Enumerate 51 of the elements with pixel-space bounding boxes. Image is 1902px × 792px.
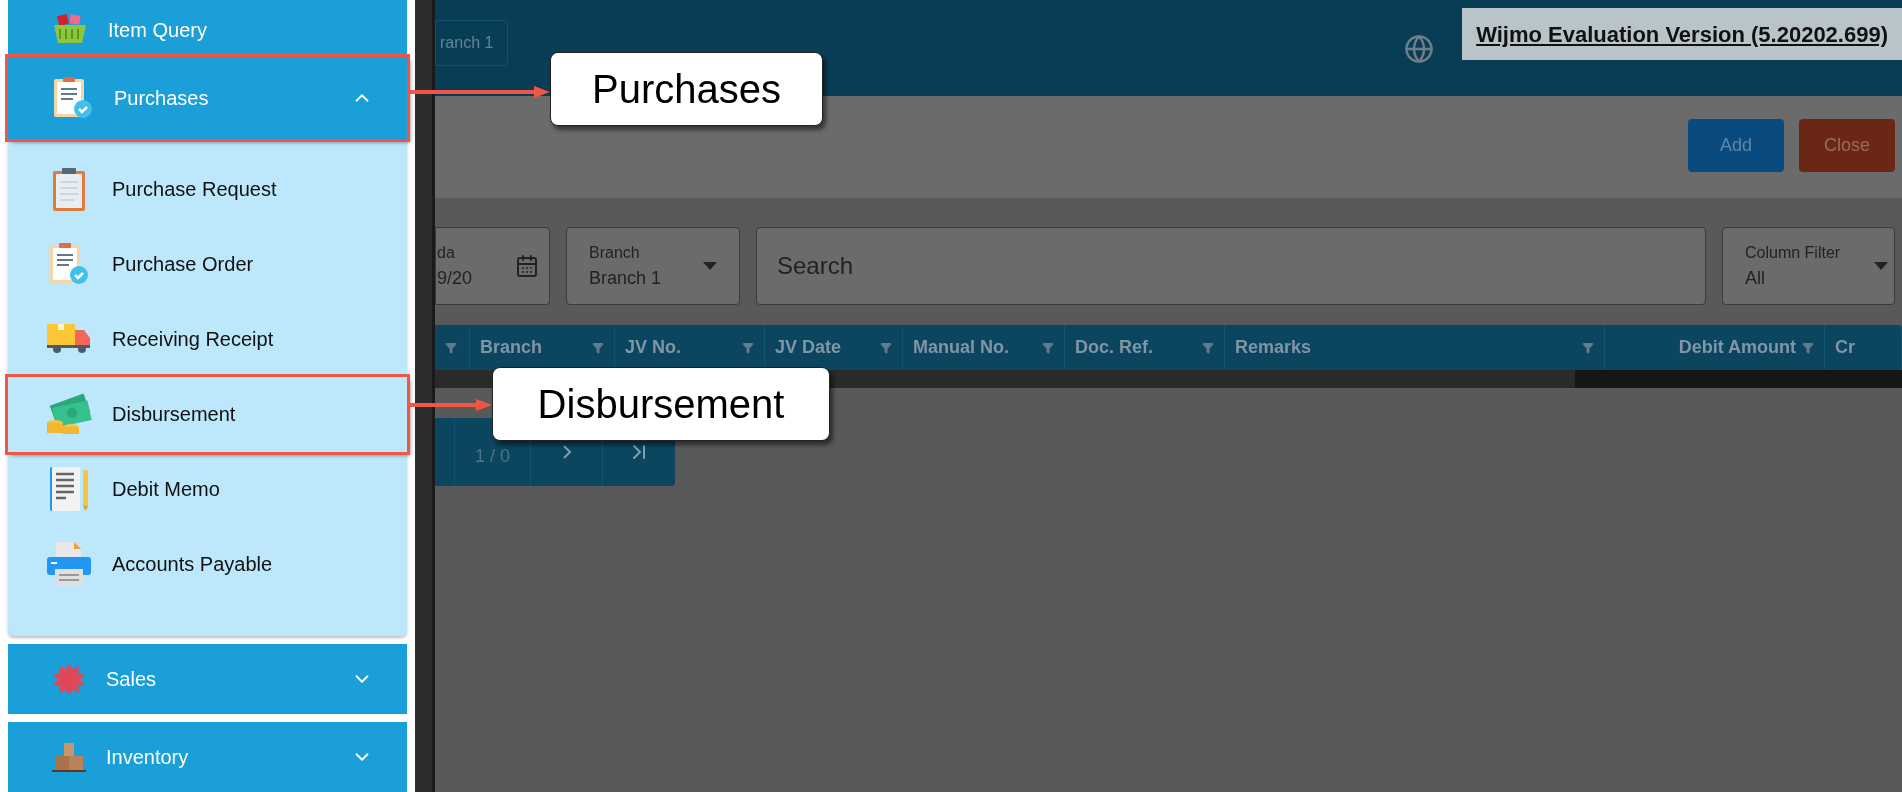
filter-icon[interactable] bbox=[1202, 341, 1214, 354]
submenu-item[interactable]: Purchase Order bbox=[8, 226, 407, 302]
date-field[interactable]: da 9/20 bbox=[435, 227, 550, 305]
submenu-item[interactable]: Purchase Request bbox=[8, 151, 407, 227]
sidebar-item[interactable]: Inventory bbox=[8, 721, 407, 792]
column-header[interactable]: Cr bbox=[1835, 334, 1855, 361]
sidebar-item[interactable]: Item Query bbox=[8, 0, 407, 57]
column-header[interactable]: JV No. bbox=[625, 334, 681, 361]
filter-icon[interactable] bbox=[445, 341, 457, 354]
printer-icon bbox=[46, 541, 92, 588]
column-header[interactable]: Manual No. bbox=[913, 334, 1009, 361]
filter-icon[interactable] bbox=[1802, 341, 1814, 354]
column-header[interactable]: JV Date bbox=[775, 334, 842, 361]
column-header[interactable]: Doc. Ref. bbox=[1075, 334, 1153, 361]
vertical-scrollbar[interactable] bbox=[415, 0, 435, 792]
add-button[interactable]: Add bbox=[1688, 119, 1784, 172]
clipboard-check-icon bbox=[52, 75, 94, 120]
starburst-icon bbox=[52, 661, 86, 696]
clipboard-icon bbox=[52, 166, 86, 213]
column-header[interactable]: Branch bbox=[480, 334, 542, 361]
filter-icon[interactable] bbox=[592, 341, 604, 354]
callout-tooltip: Purchases bbox=[550, 52, 823, 126]
basket-icon bbox=[52, 12, 88, 45]
sidebar-item[interactable]: Sales bbox=[8, 643, 407, 714]
close-button[interactable]: Close bbox=[1799, 119, 1895, 172]
callout-tooltip: Disbursement bbox=[492, 367, 830, 441]
submenu-item[interactable]: Disbursement bbox=[8, 376, 407, 452]
filter-icon[interactable] bbox=[1582, 341, 1594, 354]
chevron-right-icon bbox=[562, 445, 571, 459]
submenu-item[interactable]: Receiving Receipt bbox=[8, 301, 407, 377]
branch-dropdown[interactable]: Branch Branch 1 bbox=[566, 227, 740, 305]
truck-icon bbox=[46, 323, 92, 356]
column-header[interactable]: Debit Amount bbox=[1678, 334, 1796, 361]
filter-icon[interactable] bbox=[1042, 341, 1054, 354]
search-field[interactable]: Search bbox=[756, 227, 1706, 305]
filter-icon[interactable] bbox=[880, 341, 892, 354]
dropdown-caret-icon bbox=[703, 262, 717, 270]
filter-icon[interactable] bbox=[742, 341, 754, 354]
submenu-item[interactable]: Accounts Payable bbox=[8, 526, 407, 602]
column-header[interactable]: Remarks bbox=[1235, 334, 1312, 361]
boxes-icon bbox=[52, 741, 86, 772]
calendar-icon[interactable] bbox=[515, 254, 539, 278]
branch-chip[interactable]: ranch 1 bbox=[435, 20, 509, 66]
globe-icon[interactable] bbox=[1404, 34, 1435, 64]
dropdown-caret-icon bbox=[1874, 262, 1888, 270]
clipboard-check-icon bbox=[48, 242, 90, 287]
document-pencil-icon bbox=[48, 466, 90, 513]
evaluation-banner: Wijmo Evaluation Version (5.20202.699) bbox=[1462, 8, 1902, 60]
submenu-item[interactable]: Debit Memo bbox=[8, 451, 407, 527]
sidebar-item[interactable]: Purchases bbox=[8, 56, 407, 139]
column-filter-dropdown[interactable]: Column Filter All bbox=[1722, 227, 1895, 305]
